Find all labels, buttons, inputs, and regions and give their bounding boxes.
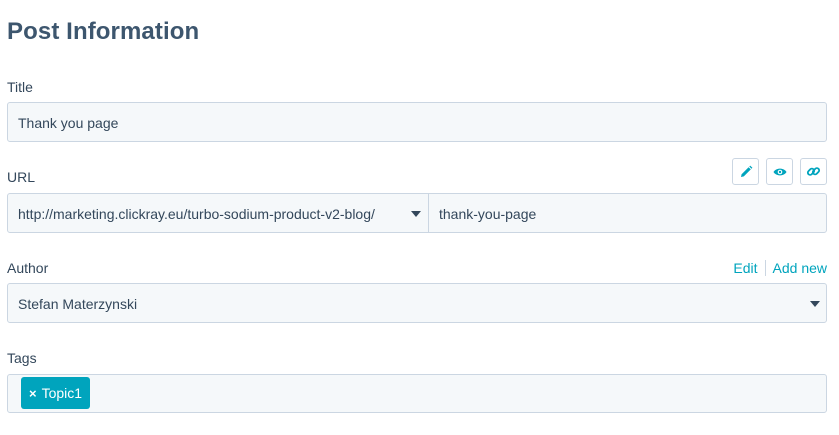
url-slug-input[interactable]: thank-you-page xyxy=(428,193,827,233)
title-input[interactable]: Thank you page xyxy=(7,102,827,142)
divider xyxy=(764,260,766,276)
tags-input[interactable] xyxy=(7,374,827,413)
pencil-icon xyxy=(740,165,752,177)
author-select-value: Stefan Materzynski xyxy=(18,296,138,312)
tags-label: Tags xyxy=(7,350,37,366)
link-icon xyxy=(806,167,821,176)
url-slug-value: thank-you-page xyxy=(439,206,537,222)
copy-link-button[interactable] xyxy=(800,158,827,185)
eye-icon xyxy=(773,168,786,175)
url-domain-value: http://marketing.clickray.eu/turbo-sodiu… xyxy=(18,206,375,222)
author-select[interactable]: Stefan Materzynski xyxy=(7,283,827,323)
tag-label: Topic1 xyxy=(41,385,83,401)
edit-url-button[interactable] xyxy=(732,158,759,185)
url-label: URL xyxy=(7,169,36,185)
url-domain-select[interactable]: http://marketing.clickray.eu/turbo-sodiu… xyxy=(7,193,429,233)
tag-chip[interactable]: × Topic1 xyxy=(21,377,91,409)
title-label: Title xyxy=(7,79,33,95)
preview-button[interactable] xyxy=(766,158,793,185)
author-actions: Edit Add new xyxy=(733,260,827,276)
close-icon[interactable]: × xyxy=(29,386,37,401)
author-edit-link[interactable]: Edit xyxy=(733,260,757,276)
page-title: Post Information xyxy=(7,18,200,45)
author-label: Author xyxy=(7,260,49,276)
author-add-new-link[interactable]: Add new xyxy=(773,260,827,276)
title-input-value: Thank you page xyxy=(18,115,119,131)
chevron-down-icon xyxy=(411,211,421,217)
chevron-down-icon xyxy=(810,301,820,307)
